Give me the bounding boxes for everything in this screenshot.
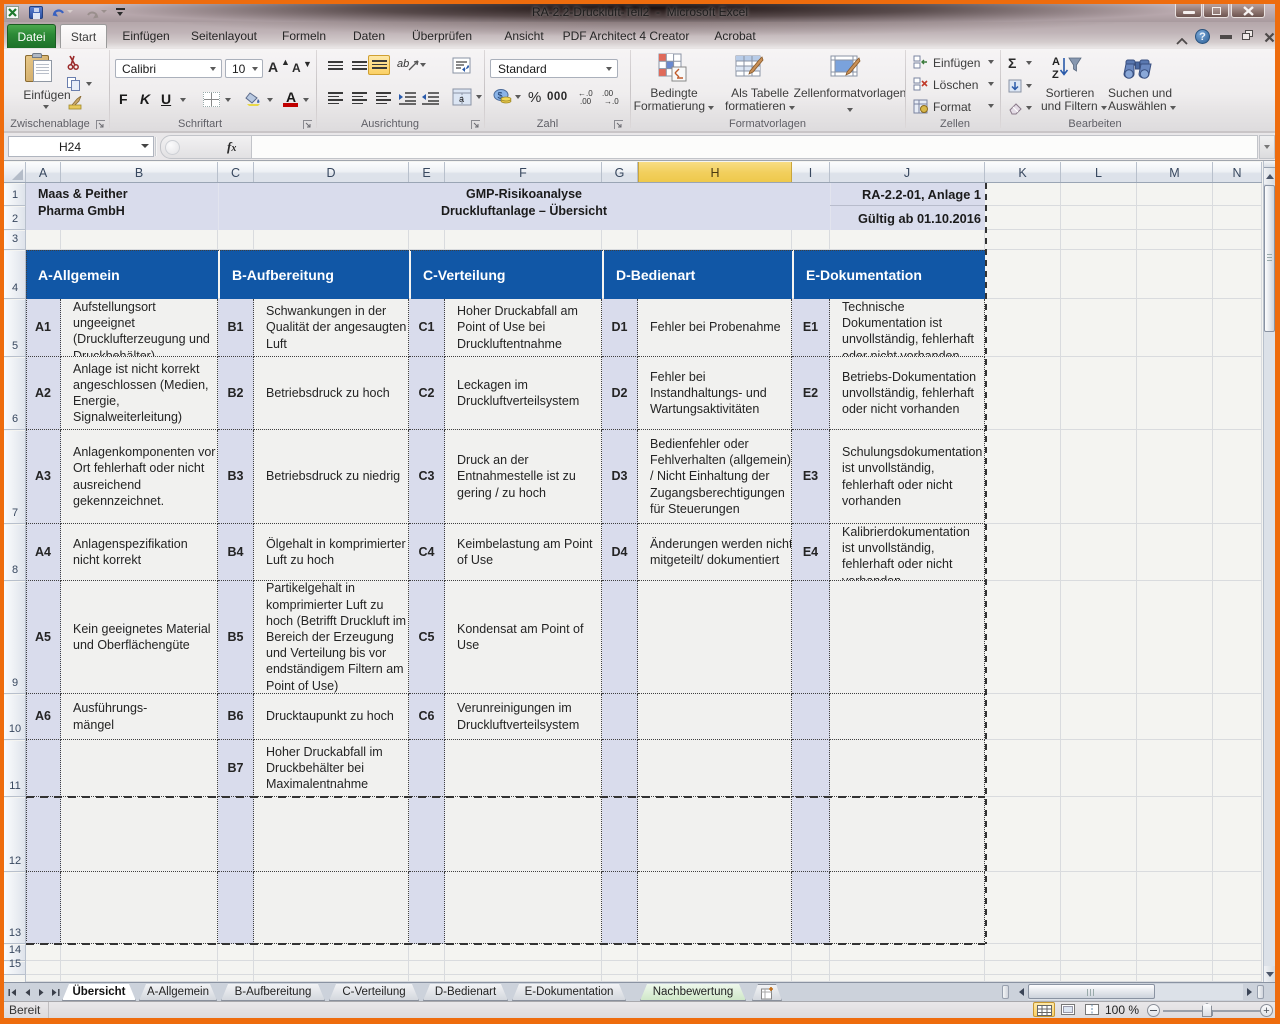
svg-text:a: a [459, 94, 464, 104]
svg-text:A: A [1052, 56, 1060, 68]
svg-text:Z: Z [1052, 69, 1059, 81]
